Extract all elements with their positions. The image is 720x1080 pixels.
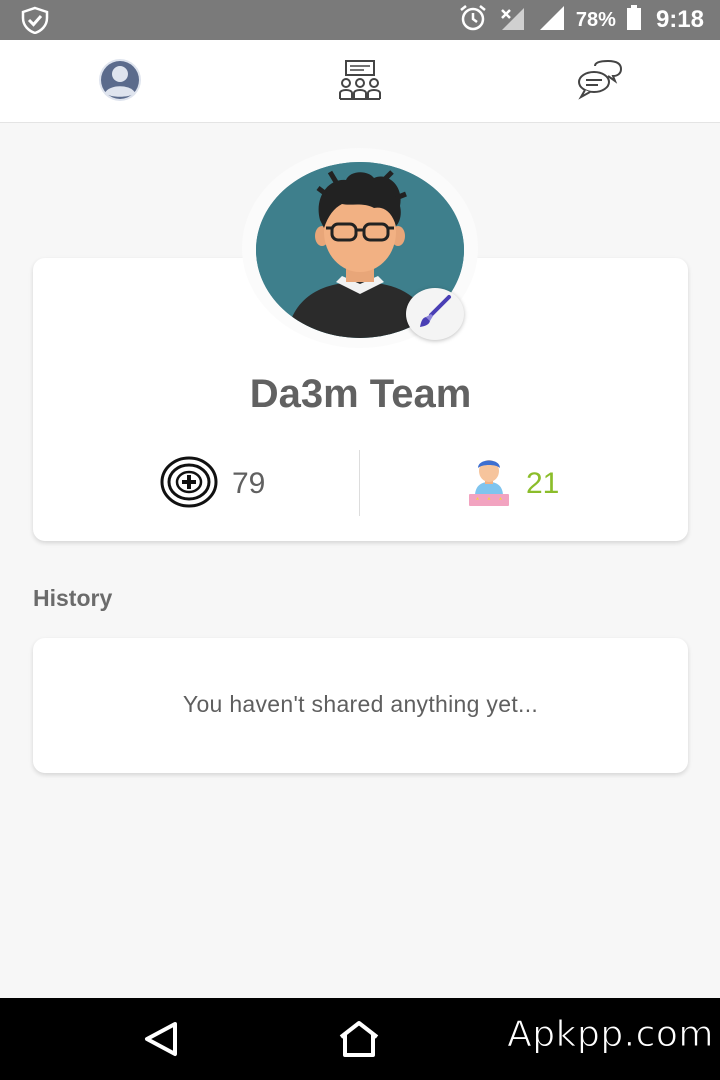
tab-chat[interactable] xyxy=(576,58,624,106)
status-bar: 78% 9:18 xyxy=(0,0,720,40)
user-avatar-icon xyxy=(97,57,143,108)
rank-stat: 21 xyxy=(466,456,559,512)
stat-divider xyxy=(359,450,360,516)
top-nav xyxy=(0,40,720,123)
battery-icon xyxy=(626,4,642,36)
rank-value: 21 xyxy=(526,467,560,500)
home-button[interactable] xyxy=(336,1018,382,1064)
back-button[interactable] xyxy=(138,1018,184,1064)
shield-check-icon xyxy=(20,6,50,39)
back-icon xyxy=(141,1019,181,1064)
medal-plus-icon xyxy=(160,456,218,513)
history-card: You haven't shared anything yet... xyxy=(33,638,688,773)
watermark: Apkpp.com xyxy=(507,1014,714,1056)
edit-avatar-button[interactable] xyxy=(406,288,464,340)
username: Da3m Team xyxy=(249,372,472,416)
screen: 78% 9:18 Da3m Team 79 21 History You hav… xyxy=(0,0,720,1080)
points-stat: 79 xyxy=(160,456,265,512)
chat-bubbles-icon xyxy=(577,59,623,105)
history-heading: History xyxy=(33,585,113,611)
user-stars-icon xyxy=(466,456,512,513)
status-icons: 78% 9:18 xyxy=(458,0,704,40)
group-presentation-icon xyxy=(338,59,382,106)
tab-community[interactable] xyxy=(336,58,384,106)
points-value: 79 xyxy=(232,467,266,500)
signal-x-icon xyxy=(498,4,528,37)
paintbrush-icon xyxy=(417,294,453,335)
battery-percent: 78% xyxy=(575,8,616,31)
tab-profile[interactable] xyxy=(96,58,144,106)
clock: 9:18 xyxy=(655,6,704,33)
system-nav-bar: Apkpp.com xyxy=(0,998,720,1080)
signal-icon xyxy=(538,4,566,37)
home-icon xyxy=(337,1019,381,1064)
history-empty-message: You haven't shared anything yet... xyxy=(182,691,539,717)
alarm-icon xyxy=(458,3,488,38)
